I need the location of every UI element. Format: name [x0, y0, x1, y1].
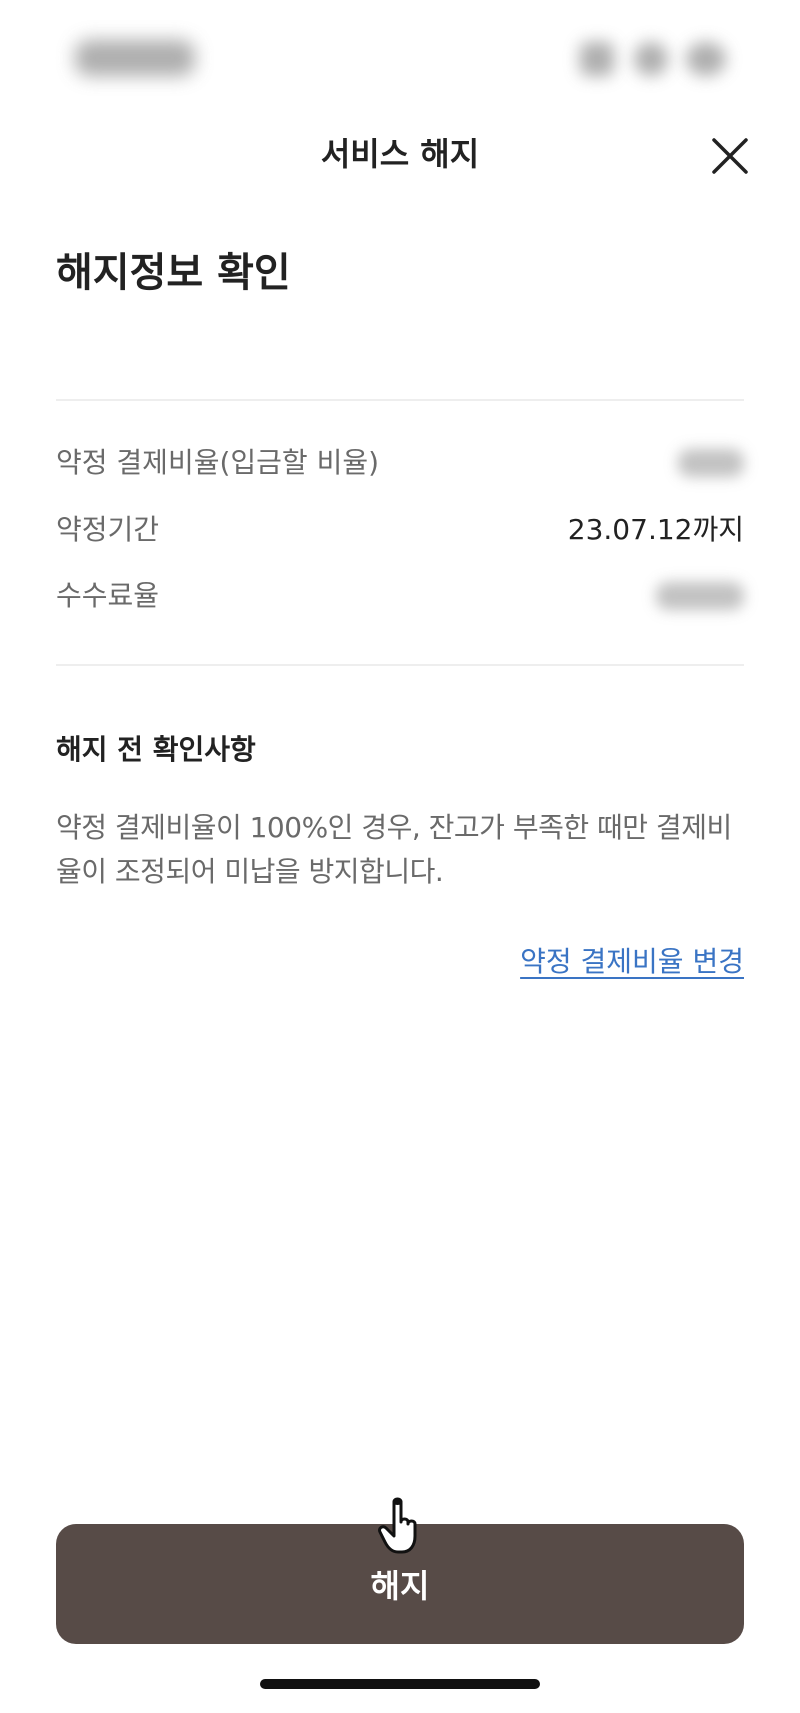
nav-title: 서비스 해지 — [320, 135, 480, 173]
notice-text: 약정 결제비율이 100%인 경우, 잔고가 부족한 때만 결제비율이 조정되어… — [56, 811, 732, 888]
info-row-fee-rate: 수수료율 — [56, 574, 744, 618]
info-row-contract-period: 약정기간 23.07.12까지 — [56, 508, 744, 552]
divider-top — [56, 399, 744, 401]
info-value-blurred — [656, 582, 744, 610]
divider-bottom — [56, 664, 744, 666]
home-indicator — [260, 1679, 540, 1689]
info-label: 약정기간 — [56, 513, 160, 546]
close-button[interactable] — [704, 130, 756, 182]
hand-pointer-icon — [378, 1497, 417, 1554]
wifi-icon — [634, 42, 668, 76]
page-title: 해지정보 확인 — [56, 250, 291, 296]
battery-icon — [686, 42, 726, 76]
close-icon — [712, 138, 748, 174]
info-row-payment-ratio: 약정 결제비율(입금할 비율) — [56, 441, 744, 485]
info-label: 약정 결제비율(입금할 비율) — [56, 446, 380, 479]
info-value-blurred — [678, 449, 744, 477]
info-value: 23.07.12까지 — [567, 513, 744, 546]
info-label: 수수료율 — [56, 579, 160, 612]
notice-title: 해지 전 확인사항 — [56, 733, 256, 766]
status-bar — [0, 0, 800, 120]
signal-icon — [580, 42, 614, 76]
status-time-blurred — [75, 40, 195, 76]
change-payment-ratio-link[interactable]: 약정 결제비율 변경 — [520, 940, 744, 984]
